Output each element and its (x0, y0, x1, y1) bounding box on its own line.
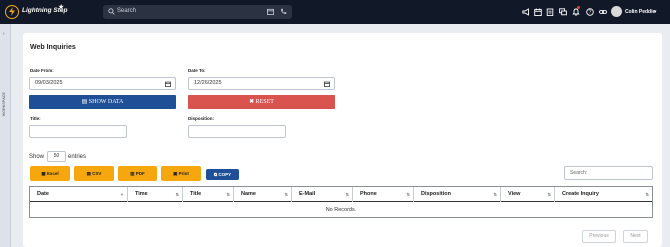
file-icon: ▤ (81, 99, 89, 105)
copy-button[interactable]: ⧉ COPY (206, 169, 239, 180)
sort-desc-icon: ▼ (120, 192, 124, 197)
inquiries-table: Date ▼ Time ⇅ Title ⇅ Name ⇅ E-Mail ⇅ Phone ⇅ … (29, 186, 653, 218)
column-label: View (508, 191, 521, 197)
link-icon[interactable] (599, 8, 607, 16)
clipboard-icon[interactable] (546, 8, 554, 16)
column-header-view[interactable]: View ⇅ (501, 187, 555, 202)
pdf-label: PDF (135, 171, 145, 176)
column-header-email[interactable]: E-Mail ⇅ (292, 187, 353, 202)
sort-icon: ⇅ (226, 192, 230, 197)
date-to-field[interactable]: 12/26/2025 (188, 77, 335, 90)
logo-icon[interactable] (5, 5, 19, 19)
column-label: E-Mail (299, 191, 316, 197)
sort-icon: ⇅ (547, 192, 551, 197)
avatar[interactable] (611, 6, 622, 17)
excel-label: Excel (46, 171, 59, 176)
column-label: Name (241, 191, 256, 197)
empty-table-message: No Records. (325, 207, 357, 213)
date-to-value: 12/26/2025 (194, 80, 222, 86)
date-to-label: Date To: (188, 68, 206, 73)
sort-icon: ⇅ (406, 192, 410, 197)
date-from-value: 09/03/2025 (35, 80, 63, 86)
column-header-create-inquiry[interactable]: Create Inquiry ⇅ (555, 187, 652, 202)
global-search[interactable]: Search (103, 5, 292, 19)
disposition-label: Disposition: (188, 116, 214, 121)
excel-button[interactable]: ▦ Excel (30, 166, 70, 181)
user-name[interactable]: Colin Peddie (625, 9, 655, 15)
copy-label: COPY (218, 172, 232, 177)
title-select[interactable] (29, 125, 127, 138)
pdf-button[interactable]: ▥ PDF (118, 166, 157, 181)
search-placeholder: Search (117, 8, 137, 14)
column-header-time[interactable]: Time ⇅ (128, 187, 183, 202)
sort-icon: ⇅ (493, 192, 497, 197)
csv-label: CSV (92, 171, 102, 176)
date-from-field[interactable]: 09/03/2025 (29, 77, 176, 90)
help-icon[interactable]: ? (586, 8, 594, 16)
table-header: Date ▼ Time ⇅ Title ⇅ Name ⇅ E-Mail ⇅ Phone ⇅ … (30, 187, 652, 202)
column-label: Phone (360, 191, 377, 197)
column-header-phone[interactable]: Phone ⇅ (353, 187, 414, 202)
svg-text:?: ? (589, 10, 592, 16)
column-header-name[interactable]: Name ⇅ (234, 187, 292, 202)
disposition-select[interactable] (188, 125, 286, 138)
chat-icon[interactable] (559, 8, 567, 16)
show-data-button[interactable]: ▤ SHOW DATA (29, 95, 176, 109)
sort-icon: ⇅ (345, 192, 349, 197)
search-icon (108, 8, 115, 15)
column-label: Date (37, 191, 49, 197)
next-page-button[interactable]: Next (623, 230, 648, 243)
column-label: Create Inquiry (562, 191, 599, 197)
column-header-disposition[interactable]: Disposition ⇅ (414, 187, 501, 202)
reset-button[interactable]: ✖ RESET (188, 95, 335, 109)
title-label: Title: (30, 116, 41, 121)
column-label: Disposition (421, 191, 451, 197)
reset-label: RESET (255, 99, 274, 105)
show-label: Show (29, 154, 45, 160)
column-header-date[interactable]: Date ▼ (30, 187, 128, 202)
entries-select[interactable]: 50 (47, 151, 66, 162)
top-navbar: Lightning Step ★ Search ? Colin Peddie ▾ (0, 0, 670, 24)
column-header-title[interactable]: Title ⇅ (183, 187, 234, 202)
megaphone-icon[interactable] (522, 8, 530, 16)
chevron-right-icon[interactable]: › (3, 31, 5, 37)
column-label: Title (190, 191, 202, 197)
bell-icon[interactable] (572, 8, 580, 16)
date-from-label: Date From: (30, 68, 54, 73)
column-label: Time (135, 191, 148, 197)
calendar-icon[interactable] (534, 8, 542, 16)
favorite-star-icon[interactable]: ★ (58, 3, 64, 11)
sidebar-label[interactable]: WORKSPACE (2, 92, 6, 116)
sort-icon: ⇅ (175, 192, 179, 197)
notification-badge (577, 6, 580, 9)
phone-icon[interactable] (280, 8, 287, 15)
table-search-input[interactable]: Search: (564, 166, 653, 180)
calendar-icon[interactable] (165, 81, 171, 87)
sort-icon: ⇅ (645, 192, 649, 197)
calendar-icon[interactable] (267, 8, 274, 15)
entries-label: entries (68, 154, 87, 160)
previous-page-button[interactable]: Previous (582, 230, 616, 243)
page-title: Web Inquiries (30, 44, 76, 51)
print-label: Print (178, 171, 189, 176)
show-data-label: SHOW DATA (88, 99, 124, 105)
sort-icon: ⇅ (284, 192, 288, 197)
collapsed-sidebar[interactable]: › WORKSPACE (0, 24, 11, 247)
print-button[interactable]: ▣ Print (161, 166, 201, 181)
csv-button[interactable]: ▤ CSV (74, 166, 114, 181)
chevron-down-icon[interactable]: ▾ (654, 9, 657, 15)
calendar-icon[interactable] (324, 81, 330, 87)
